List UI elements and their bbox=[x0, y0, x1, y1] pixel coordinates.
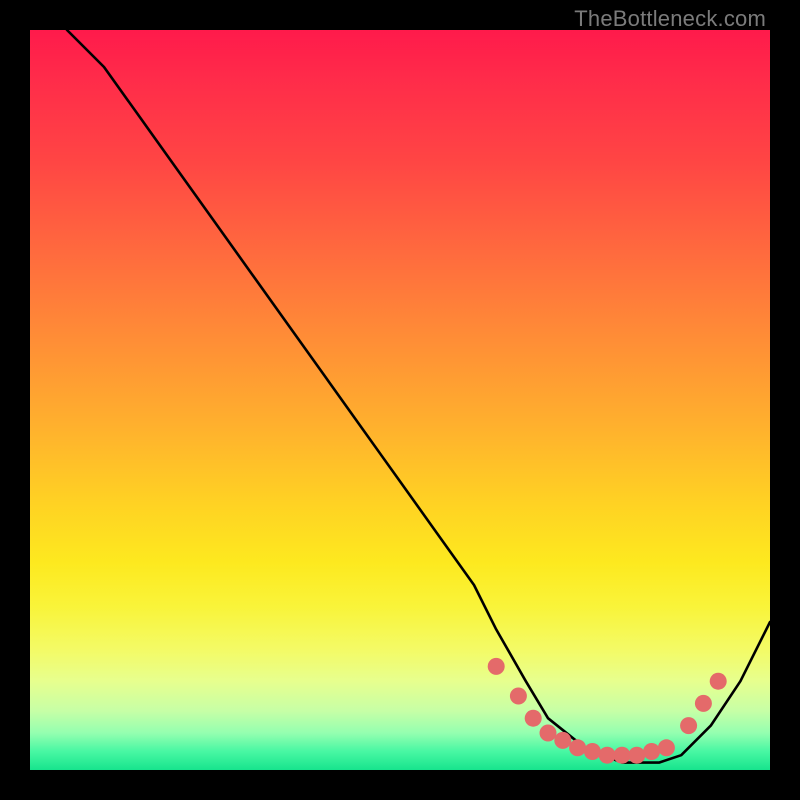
highlight-dot bbox=[710, 673, 727, 690]
highlight-dot bbox=[540, 725, 557, 742]
bottleneck-curve bbox=[67, 30, 770, 763]
plot-area bbox=[30, 30, 770, 770]
highlight-dot bbox=[569, 739, 586, 756]
highlight-dot bbox=[488, 658, 505, 675]
chart-frame: TheBottleneck.com bbox=[0, 0, 800, 800]
highlight-dot bbox=[599, 747, 616, 764]
highlight-dot bbox=[554, 732, 571, 749]
highlight-dot bbox=[680, 717, 697, 734]
highlight-dot bbox=[584, 743, 601, 760]
highlight-dot bbox=[628, 747, 645, 764]
highlight-dot bbox=[658, 739, 675, 756]
highlight-dot bbox=[614, 747, 631, 764]
highlight-dot bbox=[643, 743, 660, 760]
highlight-dot bbox=[695, 695, 712, 712]
highlight-dot bbox=[510, 688, 527, 705]
highlight-dot bbox=[525, 710, 542, 727]
highlight-dots bbox=[488, 658, 727, 764]
chart-svg bbox=[30, 30, 770, 770]
watermark-text: TheBottleneck.com bbox=[574, 6, 766, 32]
